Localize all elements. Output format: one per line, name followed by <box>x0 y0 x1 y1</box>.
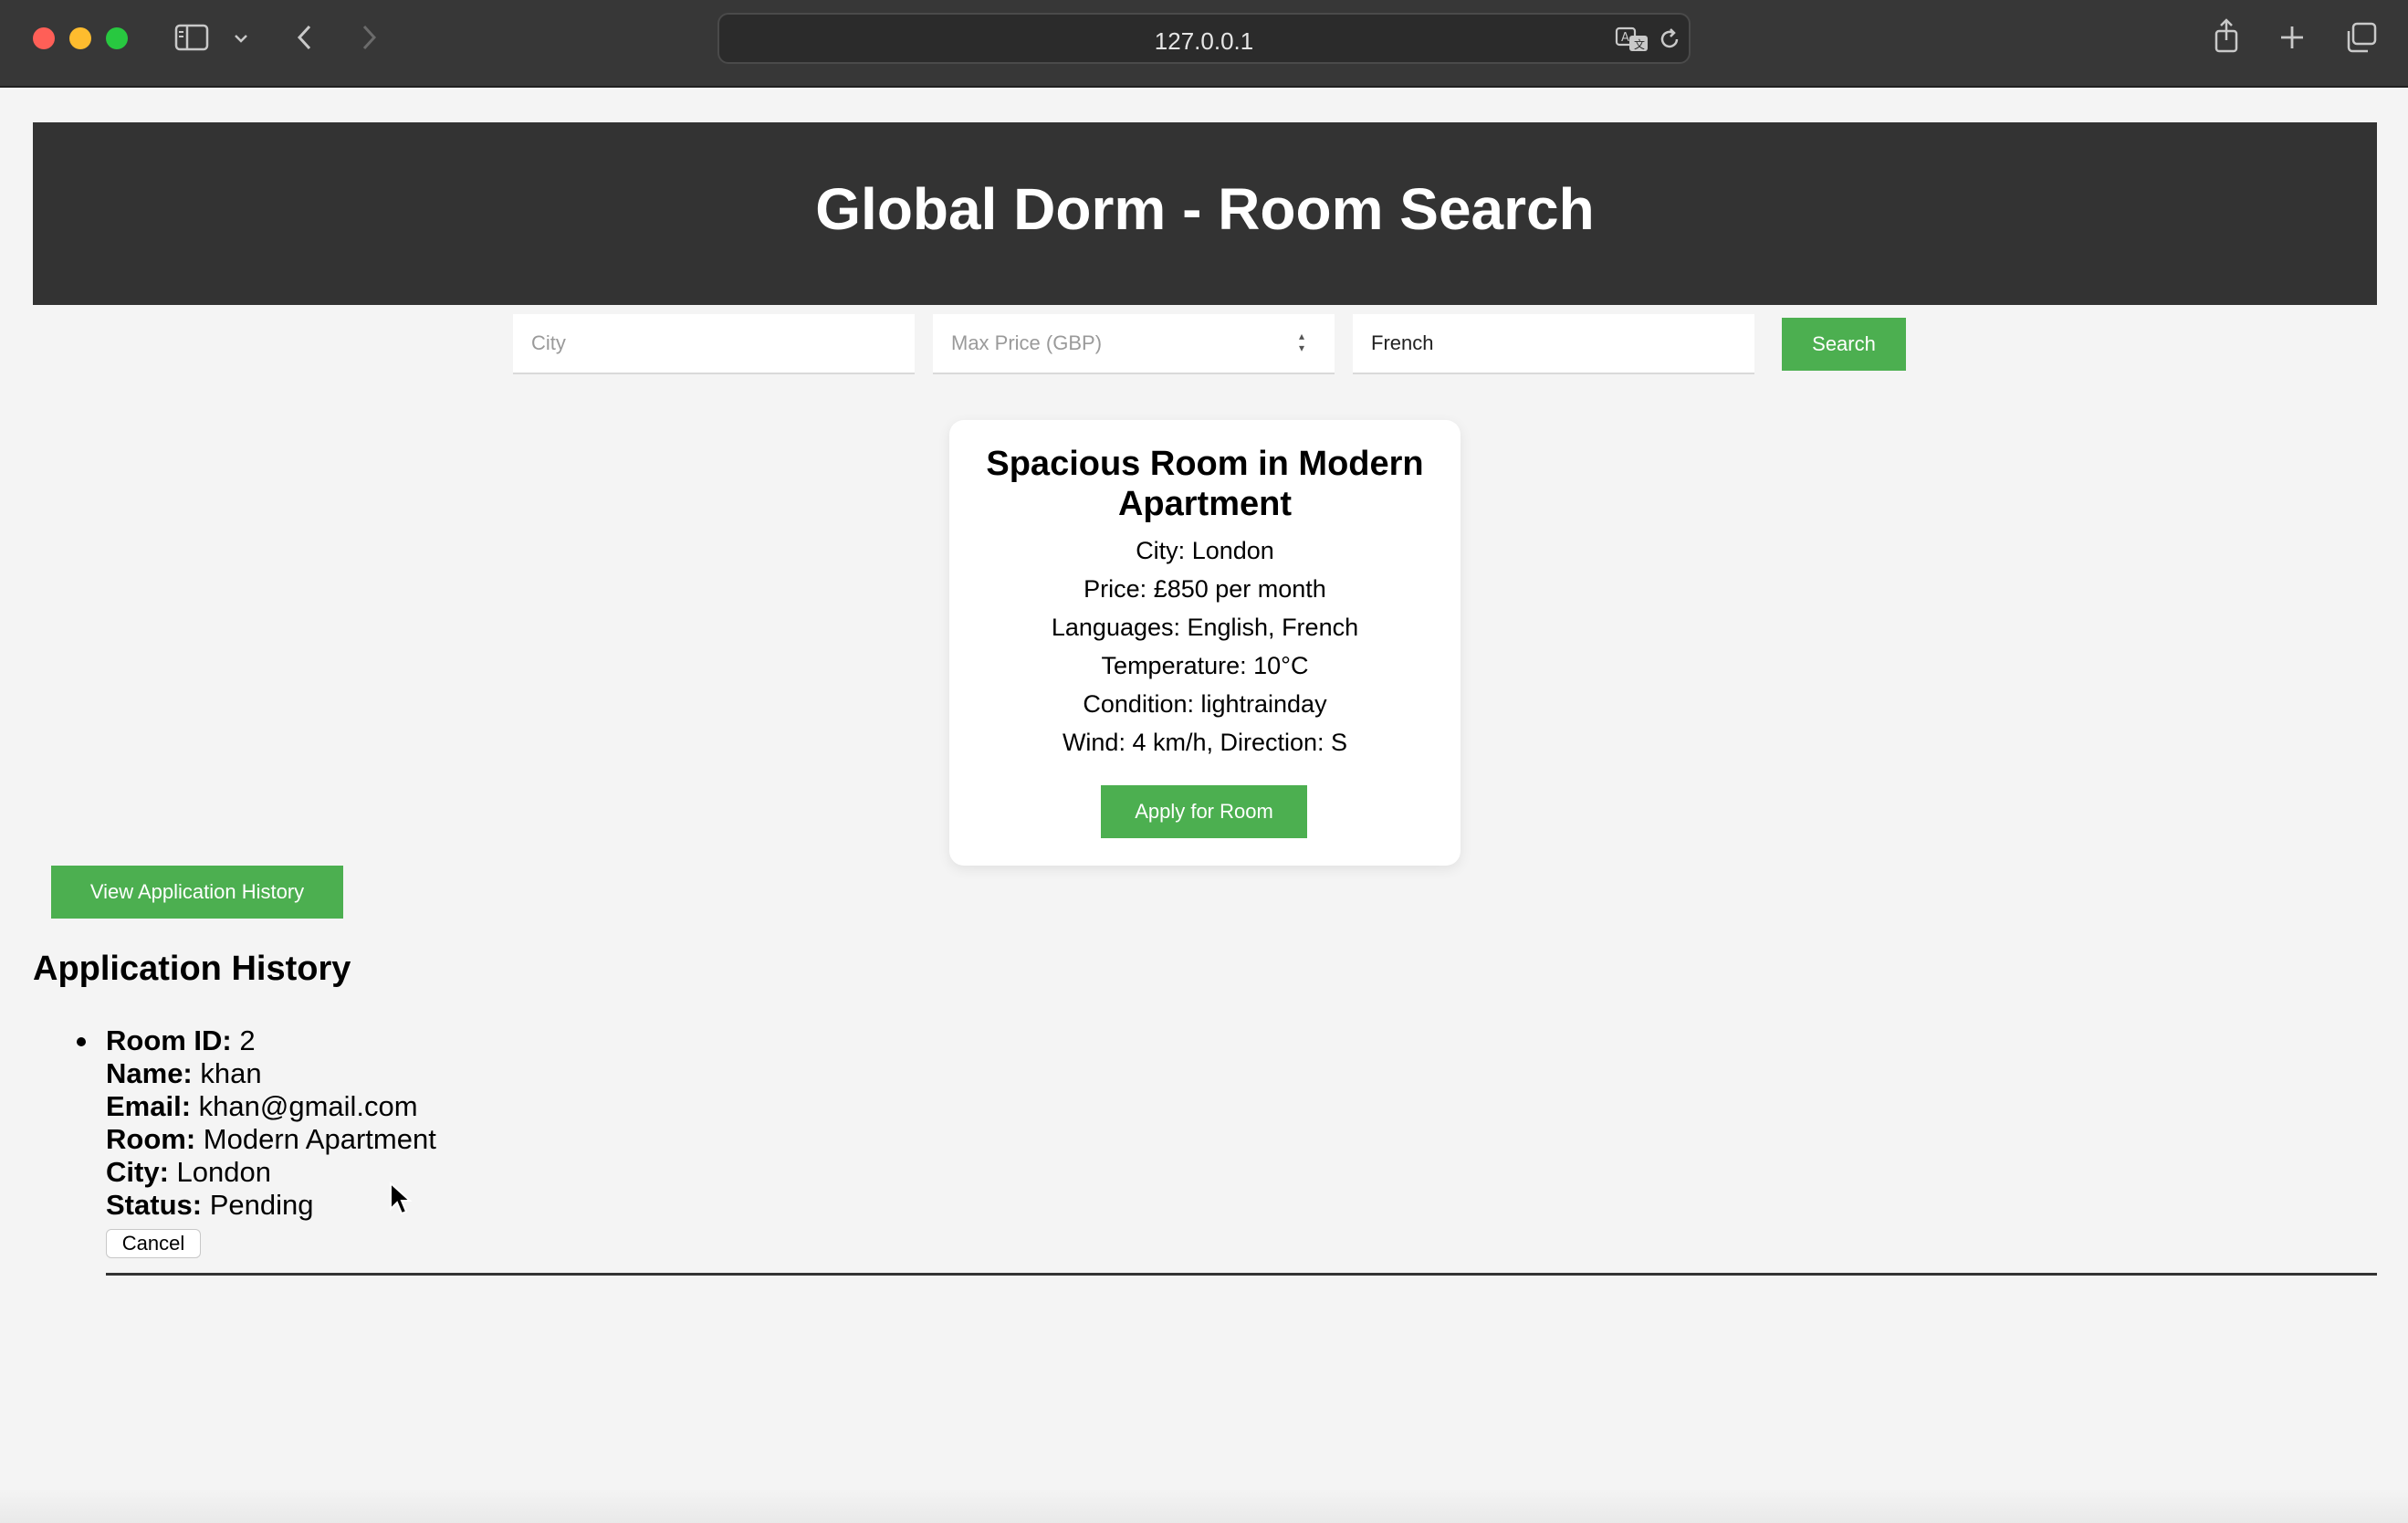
browser-toolbar: 127.0.0.1 A文 <box>0 0 2408 88</box>
email-label: Email: <box>106 1090 192 1122</box>
room-id-label: Room ID: <box>106 1024 232 1056</box>
tabs-overview-icon[interactable] <box>2344 20 2379 55</box>
search-button[interactable]: Search <box>1782 318 1906 371</box>
language-input[interactable] <box>1353 314 1754 374</box>
price-stepper-icon[interactable]: ▴ ▾ <box>1294 331 1309 358</box>
translate-icon[interactable]: A文 <box>1614 24 1650 55</box>
room-value: Modern Apartment <box>203 1123 436 1155</box>
back-icon[interactable] <box>290 22 319 53</box>
max-price-input[interactable] <box>933 314 1335 374</box>
city-input[interactable] <box>513 314 915 374</box>
page-header: Global Dorm - Room Search <box>33 122 2377 305</box>
room-price: Price: £850 per month <box>1084 575 1326 603</box>
history-entry: Room ID: 2 Name: khan Email: khan@gmail.… <box>106 1024 436 1222</box>
view-history-button[interactable]: View Application History <box>51 866 343 919</box>
close-window-button[interactable] <box>33 27 55 49</box>
city-label: City: <box>106 1156 169 1188</box>
status-label: Status: <box>106 1189 203 1221</box>
email-row: Email: khan@gmail.com <box>106 1090 436 1123</box>
room-condition: Condition: lightrainday <box>1083 690 1327 718</box>
chevron-down-icon[interactable] <box>230 27 252 49</box>
status-row: Status: Pending <box>106 1189 436 1222</box>
room-id-row: Room ID: 2 <box>106 1024 436 1057</box>
list-bullet <box>77 1037 86 1046</box>
room-id-value: 2 <box>239 1024 256 1056</box>
room-label: Room: <box>106 1123 196 1155</box>
svg-text:A: A <box>1621 31 1629 45</box>
page-bottom-edge <box>0 1488 2408 1523</box>
cancel-application-button[interactable]: Cancel <box>106 1229 201 1258</box>
room-title: Spacious Room in Modern Apartment <box>986 445 1424 523</box>
email-value: khan@gmail.com <box>198 1090 418 1122</box>
reload-icon[interactable] <box>1656 26 1683 53</box>
apply-room-button[interactable]: Apply for Room <box>1101 785 1307 838</box>
room-languages: Languages: English, French <box>1051 614 1359 641</box>
history-title: Application History <box>33 950 351 988</box>
address-bar[interactable]: 127.0.0.1 A文 <box>717 13 1691 64</box>
entry-divider <box>106 1273 2377 1276</box>
room-temperature: Temperature: 10°C <box>1101 652 1309 679</box>
new-tab-icon[interactable] <box>2277 22 2308 53</box>
minimize-window-button[interactable] <box>69 27 91 49</box>
sidebar-icon[interactable] <box>173 22 210 53</box>
room-row: Room: Modern Apartment <box>106 1123 436 1156</box>
forward-icon[interactable] <box>354 22 383 53</box>
mouse-cursor-icon <box>389 1181 413 1221</box>
name-label: Name: <box>106 1057 193 1089</box>
city-value: London <box>176 1156 271 1188</box>
svg-text:文: 文 <box>1634 37 1645 51</box>
share-icon[interactable] <box>2211 16 2242 55</box>
status-value: Pending <box>209 1189 314 1221</box>
room-wind: Wind: 4 km/h, Direction: S <box>1062 729 1348 756</box>
page-title: Global Dorm - Room Search <box>815 176 1595 242</box>
name-row: Name: khan <box>106 1057 436 1090</box>
url-text: 127.0.0.1 <box>1154 27 1254 55</box>
room-card: Spacious Room in Modern Apartment City: … <box>949 420 1461 866</box>
city-row: City: London <box>106 1156 436 1189</box>
name-value: khan <box>200 1057 262 1089</box>
room-city: City: London <box>1136 537 1274 564</box>
zoom-window-button[interactable] <box>106 27 128 49</box>
